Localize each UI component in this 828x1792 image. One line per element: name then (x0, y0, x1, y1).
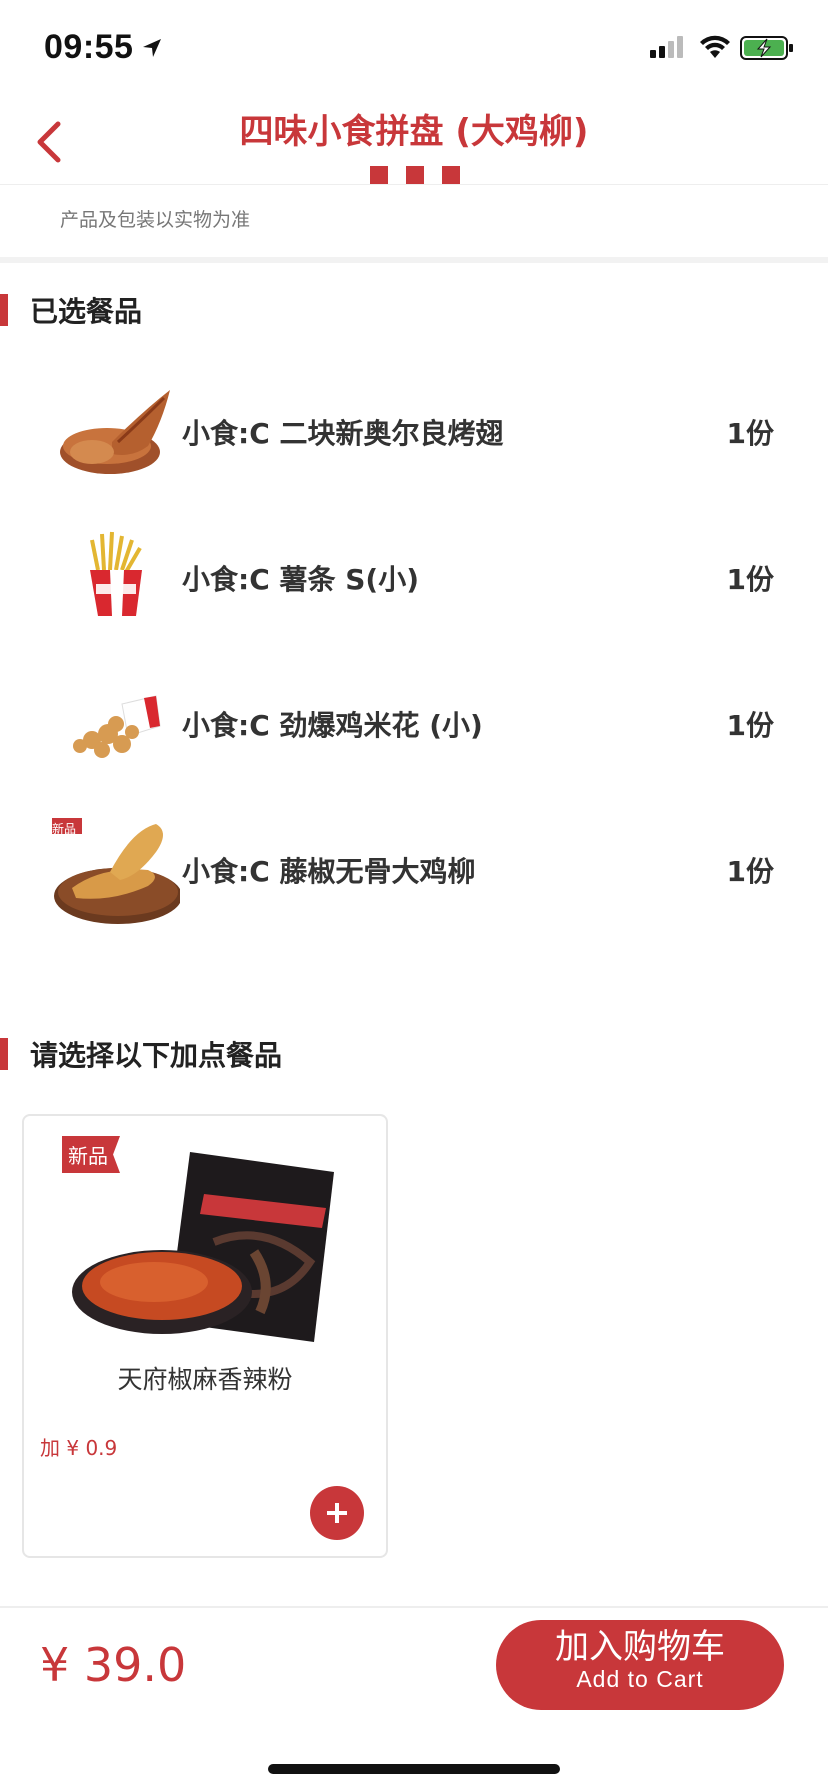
new-badge: 新品 (62, 1136, 120, 1173)
product-detail-page: 09:55 四味小食拼盘 (大鸡柳) 产品及包装以实物为准 已选餐品 小食:C … (0, 0, 828, 1792)
notice-banner: 产品及包装以实物为准 (0, 185, 828, 263)
selected-section-header: 已选餐品 (0, 290, 828, 330)
item-name: 小食:C 藤椒无骨大鸡柳 (182, 855, 476, 888)
wifi-icon (700, 35, 730, 58)
list-item: 小食:C 薯条 S(小) 1份 (0, 518, 828, 638)
section-accent-bar (0, 1038, 8, 1070)
list-item: 新品 小食:C 藤椒无骨大鸡柳 1份 (0, 810, 828, 930)
addon-section-header: 请选择以下加点餐品 (0, 1034, 828, 1074)
addon-price: 加 ¥ 0.9 (40, 1436, 118, 1460)
total-price: ¥ 39.0 (40, 1638, 187, 1692)
notice-text: 产品及包装以实物为准 (60, 209, 251, 231)
addon-card[interactable]: 新品 天府椒麻香辣粉 加 ¥ 0.9 (22, 1114, 388, 1558)
cart-label-en: Add to Cart (576, 1666, 704, 1692)
section-accent-bar (0, 294, 8, 326)
home-indicator[interactable] (268, 1764, 560, 1774)
section-title: 请选择以下加点餐品 (30, 1039, 283, 1072)
item-name: 小食:C 二块新奥尔良烤翅 (182, 417, 504, 450)
fries-image (90, 531, 142, 616)
add-addon-button[interactable] (310, 1486, 364, 1540)
list-item: 小食:C 劲爆鸡米花 (小) 1份 (0, 664, 828, 784)
battery-charging-icon (740, 36, 793, 60)
status-time: 09:55 (44, 28, 134, 66)
item-qty: 1份 (726, 417, 774, 450)
section-title: 已选餐品 (30, 295, 143, 328)
item-new-badge: 新品 (52, 822, 77, 836)
wings-image (60, 390, 170, 474)
item-qty: 1份 (726, 855, 774, 888)
item-name: 小食:C 劲爆鸡米花 (小) (182, 709, 483, 742)
page-title: 四味小食拼盘 (大鸡柳) (239, 112, 589, 152)
add-to-cart-button[interactable]: 加入购物车 Add to Cart (496, 1620, 784, 1710)
item-qty: 1份 (726, 563, 774, 596)
nav-header: 四味小食拼盘 (大鸡柳) (0, 96, 828, 185)
location-arrow-icon (143, 39, 161, 57)
popcorn-chicken-image (73, 695, 161, 758)
addon-name: 天府椒麻香辣粉 (117, 1365, 293, 1394)
item-qty: 1份 (726, 709, 774, 742)
status-bar: 09:55 (0, 0, 828, 96)
cart-label-cn: 加入购物车 (555, 1627, 725, 1667)
list-item: 小食:C 二块新奥尔良烤翅 1份 (0, 372, 828, 492)
title-indicator (370, 166, 460, 184)
item-name: 小食:C 薯条 S(小) (182, 563, 420, 596)
cellular-signal-icon (650, 36, 683, 58)
